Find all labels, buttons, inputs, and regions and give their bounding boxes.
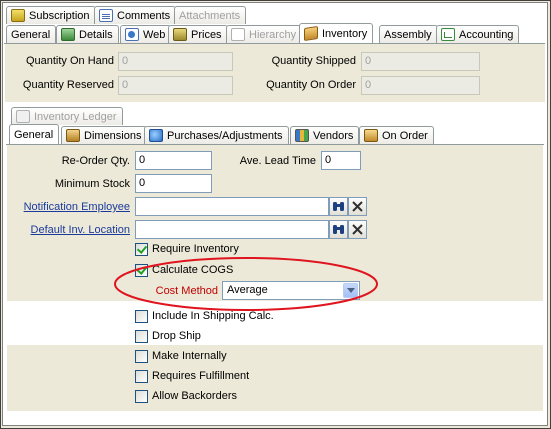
ave-lead-time-field[interactable]: 0 [321,151,361,170]
prices-icon [173,28,187,41]
tab-hierarchy[interactable]: Hierarchy [226,25,303,43]
notification-employee-link[interactable]: Notification Employee [20,201,130,213]
default-inv-location-field[interactable] [135,220,329,239]
tab-vendors[interactable]: Vendors [290,126,360,144]
drop-ship-checkbox[interactable] [135,330,148,343]
tab-label: Dimensions [84,129,142,142]
ave-lead-time-label: Ave. Lead Time [239,155,316,167]
quantity-on-order-label: Quantity On Order [266,79,356,91]
tab-label: Web [143,28,166,41]
tab-subscription[interactable]: Subscription [6,6,96,24]
reorder-qty-field[interactable]: 0 [135,151,212,170]
on-order-icon [364,129,378,142]
tab-label: Comments [117,9,171,22]
quantity-on-hand-field: 0 [118,52,233,71]
tab-label: On Order [382,129,428,142]
dimensions-icon [66,129,80,142]
binoculars-icon[interactable] [329,220,348,239]
tab-label: Assembly [384,28,432,41]
ledger-icon [16,110,30,123]
allow-backorders-checkbox[interactable] [135,390,148,403]
tab-prices[interactable]: Prices [168,25,228,43]
purchases-icon [149,129,163,142]
clear-x-icon[interactable] [348,220,367,239]
tab-general[interactable]: General [6,25,57,43]
tab-purchases-adjustments[interactable]: Purchases/Adjustments [144,126,289,144]
tab-label: General [11,28,51,41]
quantity-reserved-label: Quantity Reserved [22,79,114,91]
tab-attachments[interactable]: Attachments [174,6,246,24]
binoculars-icon[interactable] [329,197,348,216]
notification-employee-field[interactable] [135,197,329,216]
minimum-stock-label: Minimum Stock [54,178,130,190]
tab-label: Vendors [313,129,354,142]
quantity-reserved-field: 0 [118,76,233,95]
require-inventory-label: Require Inventory [152,243,239,255]
allow-backorders-label: Allow Backorders [152,390,237,402]
tab-label: Accounting [459,28,514,41]
tab-label: Prices [191,28,222,41]
tab-dimensions[interactable]: Dimensions [61,126,148,144]
make-internally-checkbox[interactable] [135,350,148,363]
tab-label: Details [79,28,113,41]
highlight-ellipse [114,257,378,311]
comments-icon [99,9,113,22]
quantity-shipped-field: 0 [361,52,480,71]
reorder-qty-label: Re-Order Qty. [61,155,130,167]
subscription-icon [11,9,25,22]
inventory-icon [304,26,318,41]
tab-label: Inventory [322,27,368,40]
quantity-on-hand-label: Quantity On Hand [25,55,114,67]
tab-web[interactable]: Web [120,25,172,43]
tab-inventory[interactable]: Inventory [299,23,374,43]
tab-inventory-ledger[interactable]: Inventory Ledger [11,107,123,125]
tab-label: Hierarchy [249,28,297,41]
tab-label: Purchases/Adjustments [167,129,283,142]
requires-fulfillment-label: Requires Fulfillment [152,370,250,382]
accounting-icon [441,28,455,41]
default-inv-location-link[interactable]: Default Inv. Location [20,224,130,236]
make-internally-label: Make Internally [152,350,227,362]
quantity-on-order-field: 0 [361,76,480,95]
checkbox-panel-lower [7,345,543,411]
details-icon [61,28,75,41]
tab-label: Inventory Ledger [34,110,117,123]
tab-label: General [14,128,54,141]
hierarchy-icon [231,28,245,41]
minimum-stock-field[interactable]: 0 [135,174,212,193]
drop-ship-label: Drop Ship [152,330,201,342]
tab-label: Attachments [179,9,241,22]
tab-details[interactable]: Details [56,25,119,43]
vendors-icon [295,129,309,142]
tab-label: Subscription [29,9,90,22]
requires-fulfillment-checkbox[interactable] [135,370,148,383]
tab-assembly[interactable]: Assembly [379,25,438,43]
tab-comments[interactable]: Comments [94,6,177,24]
clear-x-icon[interactable] [348,197,367,216]
quantity-shipped-label: Quantity Shipped [271,55,356,67]
web-icon [125,28,139,41]
tab-on-order[interactable]: On Order [359,126,434,144]
tab-sub-general[interactable]: General [9,124,60,144]
tab-accounting[interactable]: Accounting [436,25,520,43]
